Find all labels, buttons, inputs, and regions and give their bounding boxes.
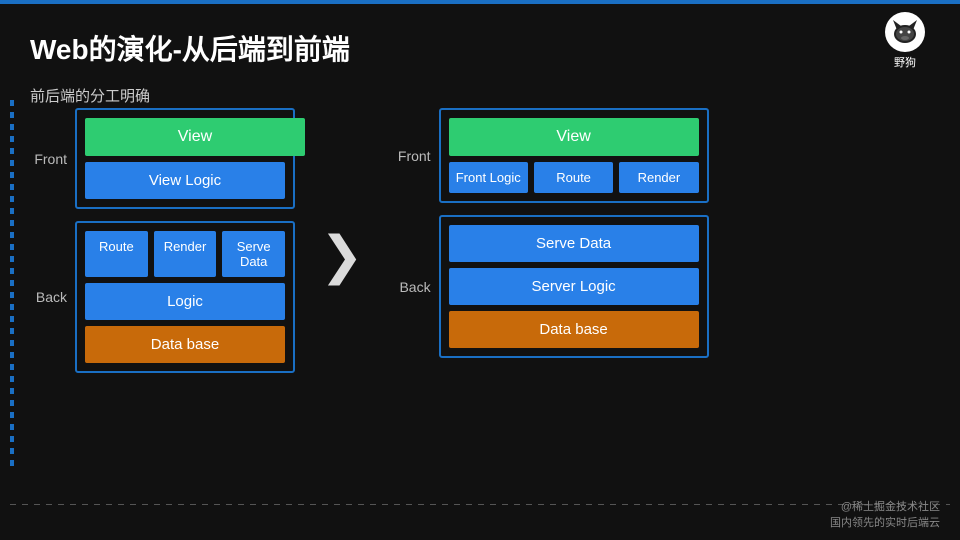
left-back-row: Back Route Render Serve Data Logic Data … [25, 221, 295, 373]
right-server-logic-block: Server Logic [449, 268, 699, 305]
right-serve-data-block: Serve Data [449, 225, 699, 262]
bottom-dashed-line [10, 504, 950, 505]
left-front-box: View View Logic [75, 108, 295, 209]
right-route-block: Route [534, 162, 613, 193]
chevron-right-icon: ❯ [320, 230, 364, 282]
slide: 野狗 Web的演化-从后端到前端 前后端的分工明确 Front View Vie… [0, 0, 960, 540]
right-front-box: View Front Logic Route Render [439, 108, 709, 203]
left-front-label: Front [25, 151, 67, 167]
diagrams-row: Front View View Logic Back Route Render … [25, 108, 940, 373]
left-view-logic-block: View Logic [85, 162, 285, 199]
right-database-block: Data base [449, 311, 699, 348]
left-accent [10, 100, 14, 470]
left-diagram: Front View View Logic Back Route Render … [25, 108, 295, 373]
bottom-text: @稀土掘金技术社区 国内领先的实时后端云 [830, 498, 940, 530]
right-view-block: View [449, 118, 699, 156]
left-front-row: Front View View Logic [25, 108, 295, 209]
bottom-text-line2: 国内领先的实时后端云 [830, 514, 940, 530]
left-database-block: Data base [85, 326, 285, 363]
right-render-block: Render [619, 162, 698, 193]
main-content: Front View View Logic Back Route Render … [25, 108, 940, 373]
right-front-bottom-row: Front Logic Route Render [449, 162, 699, 193]
arrow-container: ❯ [310, 230, 374, 282]
left-back-box: Route Render Serve Data Logic Data base [75, 221, 295, 373]
logo-text: 野狗 [870, 54, 940, 70]
left-back-label: Back [25, 289, 67, 305]
left-logic-block: Logic [85, 283, 285, 320]
right-front-label: Front [389, 148, 431, 164]
subtitle: 前后端的分工明确 [30, 85, 150, 106]
right-back-box: Serve Data Server Logic Data base [439, 215, 709, 358]
logo-icon [889, 16, 921, 48]
right-front-logic-block: Front Logic [449, 162, 528, 193]
right-front-row: Front View Front Logic Route Render [389, 108, 709, 203]
bottom-text-line1: @稀土掘金技术社区 [830, 498, 940, 514]
right-back-label: Back [389, 279, 431, 295]
logo-circle [885, 12, 925, 52]
left-serve-data-block: Serve Data [222, 231, 285, 277]
right-diagram: Front View Front Logic Route Render Back [389, 108, 709, 358]
page-title: Web的演化-从后端到前端 [30, 28, 350, 68]
left-view-block: View [85, 118, 305, 156]
left-render-block: Render [154, 231, 217, 277]
top-border [0, 0, 960, 4]
left-route-block: Route [85, 231, 148, 277]
right-back-row: Back Serve Data Server Logic Data base [389, 215, 709, 358]
left-back-top-row: Route Render Serve Data [85, 231, 285, 277]
logo: 野狗 [870, 12, 940, 57]
